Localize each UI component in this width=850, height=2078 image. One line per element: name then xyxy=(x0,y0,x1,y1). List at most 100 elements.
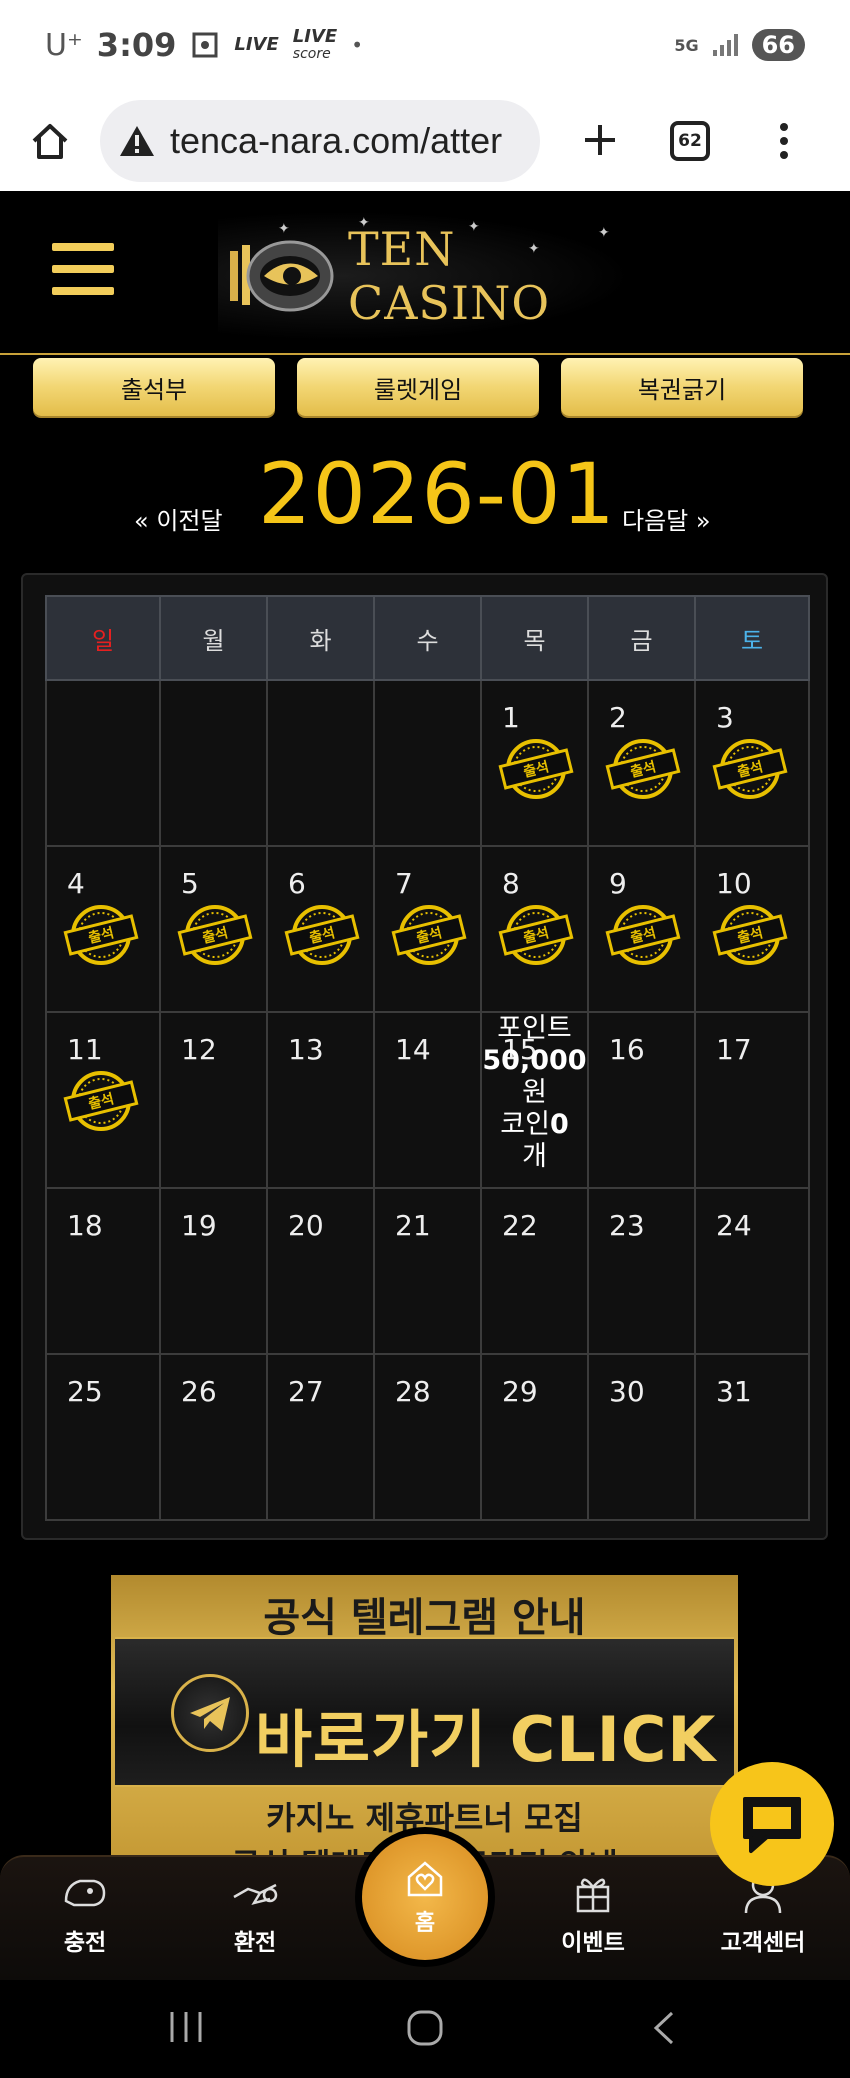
day-number: 11 xyxy=(67,1033,103,1066)
calendar-day-cell[interactable]: 20 xyxy=(266,1187,375,1355)
attendance-stamp-icon: 출석 xyxy=(605,733,681,801)
calendar-day-cell[interactable]: 27 xyxy=(266,1353,375,1521)
calendar-day-cell[interactable]: 30 xyxy=(587,1353,696,1521)
calendar-day-cell[interactable]: 15 포인트 50,000 원 코인0 개 xyxy=(480,1011,589,1189)
day-number: 8 xyxy=(502,867,520,900)
site-logo[interactable]: ✦ ✦ ✦ ✦ ✦ TEN CASINO xyxy=(218,211,632,341)
day-number: 29 xyxy=(502,1375,538,1408)
tab-switcher-button[interactable]: 62 xyxy=(670,120,710,161)
day-number: 17 xyxy=(716,1033,752,1066)
nav-exchange[interactable]: 환전 xyxy=(195,1867,315,1957)
nav-event[interactable]: 이벤트 xyxy=(533,1867,653,1957)
calendar-day-cell[interactable]: 4 출석 xyxy=(45,845,161,1013)
day-number: 14 xyxy=(395,1033,431,1066)
weekday-sat: 토 xyxy=(694,595,810,681)
calendar-week-row: 4 출석 5 출석 6 출석 7 출석 8 출석 9 출석 10 출석 xyxy=(45,845,810,1013)
nav-charge[interactable]: 충전 xyxy=(25,1867,145,1957)
calendar-day-cell[interactable]: 12 xyxy=(159,1011,268,1189)
battery-icon: 66 xyxy=(751,29,805,61)
exchange-icon xyxy=(233,1883,278,1905)
calendar-day-cell[interactable]: 1 출석 xyxy=(480,679,589,847)
month-title: 2026-01 xyxy=(258,445,616,543)
points-label: 포인트 xyxy=(497,1013,572,1044)
day-number: 12 xyxy=(181,1033,217,1066)
hamburger-menu-icon[interactable] xyxy=(52,243,114,295)
logo-text: TEN CASINO xyxy=(348,222,551,330)
calendar-day-cell[interactable]: 28 xyxy=(373,1353,482,1521)
calendar-day-cell[interactable]: 17 xyxy=(694,1011,810,1189)
calendar-day-cell[interactable]: 31 xyxy=(694,1353,810,1521)
day-number: 26 xyxy=(181,1375,217,1408)
next-month-link[interactable]: 다음달 » xyxy=(622,501,711,536)
day-number: 6 xyxy=(288,867,306,900)
prev-month-link[interactable]: « 이전달 xyxy=(134,501,223,536)
weekday-fri: 금 xyxy=(587,595,696,681)
browser-menu-button[interactable] xyxy=(780,122,788,159)
day-number: 5 xyxy=(181,867,199,900)
attendance-button[interactable]: 출석부 xyxy=(33,358,275,416)
calendar-day-cell[interactable]: 24 xyxy=(694,1187,810,1355)
nav-home-label: 홈 xyxy=(414,1911,436,1936)
lottery-button[interactable]: 복권긁기 xyxy=(561,358,803,416)
telegram-banner[interactable]: 공식 텔레그램 안내 바로가기 CLICK 카지노 제휴파트너 모집 공식 텔레… xyxy=(111,1575,738,1855)
day-number: 1 xyxy=(502,701,520,734)
nav-home[interactable]: 홈 xyxy=(355,1827,495,1967)
calendar-day-cell[interactable]: 22 xyxy=(480,1187,589,1355)
day-number: 9 xyxy=(609,867,627,900)
carrier-label: U⁺ xyxy=(45,27,83,63)
day-number: 19 xyxy=(181,1209,217,1242)
system-home-button[interactable] xyxy=(405,2010,445,2050)
calendar-day-cell[interactable]: 5 출석 xyxy=(159,845,268,1013)
day-number: 7 xyxy=(395,867,413,900)
roulette-button[interactable]: 룰렛게임 xyxy=(297,358,539,416)
calendar-day-cell[interactable]: 7 출석 xyxy=(373,845,482,1013)
calendar-day-cell[interactable]: 9 출석 xyxy=(587,845,696,1013)
circle-home-icon xyxy=(407,2010,443,2046)
calendar-day-cell[interactable]: 2 출석 xyxy=(587,679,696,847)
calendar-day-cell[interactable]: 23 xyxy=(587,1187,696,1355)
calendar-day-cell[interactable]: 11 출석 xyxy=(45,1011,161,1189)
calendar-day-cell[interactable]: 3 출석 xyxy=(694,679,810,847)
calendar-day-cell[interactable]: 16 xyxy=(587,1011,696,1189)
calendar-day-cell[interactable]: 10 출석 xyxy=(694,845,810,1013)
calendar-day-cell[interactable]: 6 출석 xyxy=(266,845,375,1013)
weekday-header-row: 일 월 화 수 목 금 토 xyxy=(45,595,810,681)
back-icon xyxy=(653,2011,674,2045)
back-button[interactable] xyxy=(650,2010,678,2050)
calendar-day-cell[interactable]: 13 xyxy=(266,1011,375,1189)
day-number: 3 xyxy=(716,701,734,734)
calendar-day-cell[interactable]: 8 출석 xyxy=(480,845,589,1013)
calendar-day-cell[interactable]: 14 xyxy=(373,1011,482,1189)
recent-apps-icon xyxy=(170,2012,202,2042)
day-number: 25 xyxy=(67,1375,103,1408)
attendance-stamp-icon: 출석 xyxy=(712,733,788,801)
home-icon xyxy=(32,123,68,159)
charge-icon xyxy=(64,1879,106,1907)
address-bar[interactable]: tenca-nara.com/atter xyxy=(100,99,540,182)
points-unit: 원 xyxy=(522,1077,547,1108)
weekday-thu: 목 xyxy=(480,595,589,681)
calendar-day-cell[interactable]: 18 xyxy=(45,1187,161,1355)
points-summary: 포인트 50,000 원 코인0 개 xyxy=(482,1013,587,1173)
attendance-stamp-icon: 출석 xyxy=(712,899,788,967)
browser-home-button[interactable] xyxy=(20,111,80,171)
calendar-day-cell[interactable]: 26 xyxy=(159,1353,268,1521)
calendar-day-cell[interactable]: 25 xyxy=(45,1353,161,1521)
recent-apps-button[interactable] xyxy=(168,2010,204,2048)
calendar-panel: 일 월 화 수 목 금 토 1 출석 2 출석 3 출석 4 출석 5 출석 6 출석 7 출석 8 출석 9 출… xyxy=(21,573,828,1540)
calendar-day-cell[interactable]: 21 xyxy=(373,1187,482,1355)
calendar-day-cell xyxy=(373,679,482,847)
telegram-icon xyxy=(171,1674,249,1752)
attendance-stamp-icon: 출석 xyxy=(498,733,574,801)
attendance-stamp-icon: 출석 xyxy=(605,899,681,967)
day-number: 16 xyxy=(609,1033,645,1066)
calendar-day-cell[interactable]: 29 xyxy=(480,1353,589,1521)
gift-icon xyxy=(576,1878,610,1913)
nav-event-label: 이벤트 xyxy=(561,1930,625,1956)
bottom-navigation: 충전 환전 홈 이벤트 고객센터 xyxy=(0,1827,850,1980)
live-chat-button[interactable] xyxy=(710,1762,834,1886)
logo-emblem-icon xyxy=(222,221,342,331)
attendance-stamp-icon: 출석 xyxy=(391,899,467,967)
new-tab-button[interactable] xyxy=(570,111,630,171)
calendar-day-cell[interactable]: 19 xyxy=(159,1187,268,1355)
